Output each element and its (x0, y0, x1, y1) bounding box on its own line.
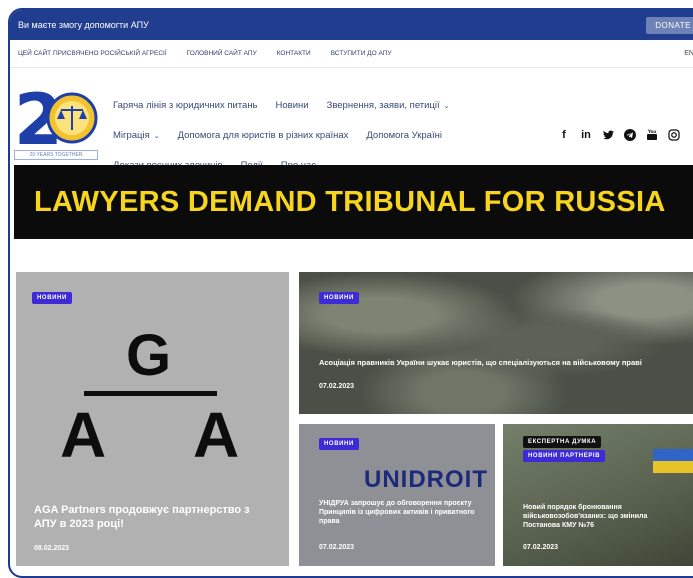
youtube-icon[interactable]: You (646, 129, 658, 141)
news-badge[interactable]: НОВИНИ (319, 292, 359, 304)
card-date: 08.02.2023 (34, 545, 70, 552)
link-contacts[interactable]: КОНТАКТИ (277, 50, 311, 57)
nav-appeals[interactable]: Звернення, заяви, петиції ⌄ (327, 100, 450, 111)
aga-logo-letter: A (193, 399, 240, 471)
social-links: f in You (558, 129, 693, 141)
browser-frame: Ви маєте змогу допомогти АПУ DONATE ЦЕЙ … (8, 8, 693, 578)
donate-button[interactable]: DONATE (646, 16, 693, 34)
nav-hotline[interactable]: Гаряча лінія з юридичних питань (113, 100, 258, 111)
help-message[interactable]: Ви маєте змогу допомогти АПУ (18, 20, 149, 30)
logo-caption: 20 YEARS TOGETHER (14, 150, 98, 160)
aga-logo-bar (84, 391, 217, 396)
facebook-icon[interactable]: f (558, 129, 570, 141)
svg-text:You: You (647, 129, 656, 134)
news-badge[interactable]: НОВИНИ (319, 438, 359, 450)
news-card-reservation[interactable]: ЕКСПЕРТНА ДУМКА НОВИНИ ПАРТНЕРІВ Новий п… (503, 424, 693, 566)
news-card-unidroit[interactable]: НОВИНИ UNIDROIT УНІДРУА запрошує до обго… (299, 424, 495, 566)
language-switch[interactable]: EN (684, 50, 693, 57)
news-badge[interactable]: НОВИНИ (32, 292, 72, 304)
partner-news-badge[interactable]: НОВИНИ ПАРТНЕРІВ (523, 450, 606, 462)
nav-migration[interactable]: Міграція ⌄ (113, 130, 160, 141)
expert-opinion-badge[interactable]: ЕКСПЕРТНА ДУМКА (523, 436, 602, 448)
card-title[interactable]: AGA Partners продовжує партнерство з АПУ… (34, 504, 274, 532)
unidroit-logo-text: UNIDROIT (364, 466, 488, 493)
banner-text: LAWYERS DEMAND TRIBUNAL FOR RUSSIA (34, 185, 666, 218)
card-title[interactable]: Асоціація правників України шукає юристі… (319, 358, 649, 367)
chevron-down-icon: ⌄ (443, 102, 450, 110)
hero-banner[interactable]: LAWYERS DEMAND TRIBUNAL FOR RUSSIA (14, 165, 693, 239)
link-bar: ЦЕЙ САЙТ ПРИСВЯЧЕНО РОСІЙСЬКІЙ АГРЕСІЇ Г… (10, 40, 693, 68)
twitter-icon[interactable] (602, 129, 614, 141)
news-card-military-lawyers[interactable]: НОВИНИ Асоціація правників України шукає… (299, 272, 693, 414)
aga-logo-letter: A (60, 399, 107, 471)
nav-help-ukraine[interactable]: Допомога Україні (366, 130, 442, 141)
card-date: 07.02.2023 (319, 544, 355, 551)
nav-news[interactable]: Новини (276, 100, 309, 111)
link-join[interactable]: ВСТУПИТИ ДО АПУ (331, 50, 392, 57)
aga-logo-letter: G (126, 323, 172, 388)
nav-row-1: Гаряча лінія з юридичних питань Новини З… (113, 100, 450, 111)
top-bar: Ви маєте змогу допомогти АПУ DONATE (10, 10, 693, 40)
nav-help-lawyers[interactable]: Допомога для юристів в різних країнах (178, 130, 349, 141)
link-main-site[interactable]: ГОЛОВНИЙ САЙТ АПУ (187, 50, 257, 57)
site-logo[interactable]: 2 (14, 80, 98, 152)
card-date: 07.02.2023 (319, 383, 355, 390)
linkedin-icon[interactable]: in (580, 129, 592, 141)
card-title[interactable]: Новий порядок бронювання військовозобов'… (523, 504, 683, 530)
telegram-icon[interactable] (624, 129, 636, 141)
instagram-icon[interactable] (668, 129, 680, 141)
chevron-down-icon: ⌄ (153, 132, 160, 140)
card-title[interactable]: УНІДРУА запрошує до обговорення проєкту … (319, 500, 479, 526)
news-card-aga[interactable]: НОВИНИ G A A AGA Partners продовжує парт… (16, 272, 289, 566)
nav-row-2: Міграція ⌄ Допомога для юристів в різних … (113, 130, 442, 141)
card-date: 07.02.2023 (523, 544, 559, 551)
link-aggression-site[interactable]: ЦЕЙ САЙТ ПРИСВЯЧЕНО РОСІЙСЬКІЙ АГРЕСІЇ (18, 50, 167, 57)
